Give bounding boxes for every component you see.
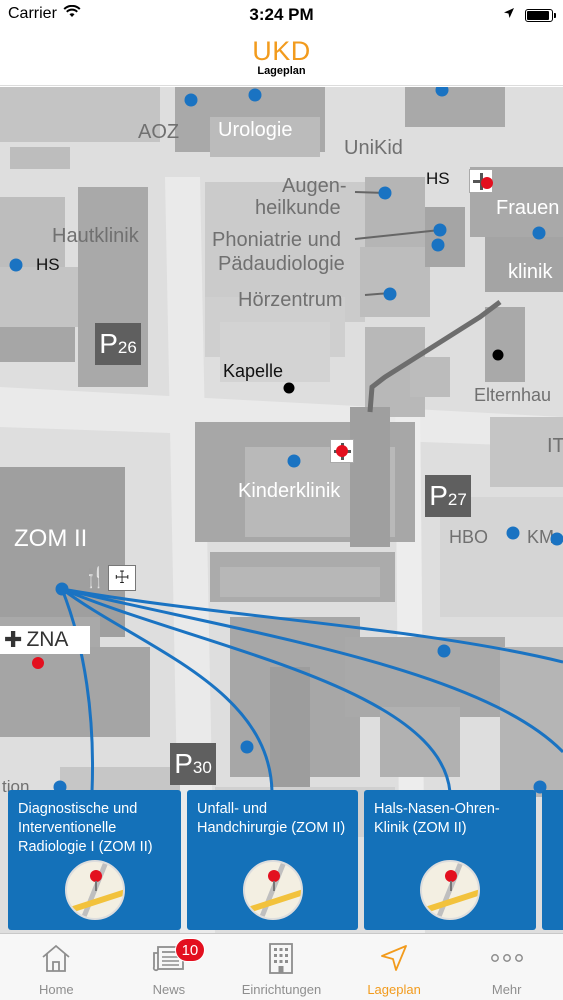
ukd-logo: UKD Lageplan: [0, 38, 563, 77]
facility-card-hno[interactable]: Hals-Nasen-Ohren-Klinik (ZOM II): [364, 790, 536, 930]
parking-number: 30: [192, 758, 212, 777]
parking-p27[interactable]: P 27: [425, 475, 471, 517]
card-title: Hals-Nasen-Ohren-Klinik (ZOM II): [374, 801, 500, 836]
tab-home[interactable]: Home: [0, 934, 113, 1000]
label-hs-top: HS: [426, 169, 450, 188]
map-marker[interactable]: [433, 223, 447, 237]
label-hbo: HBO: [449, 527, 489, 547]
logo-sub: Lageplan: [257, 65, 306, 77]
zom-selected-marker[interactable]: [55, 582, 69, 596]
map-marker[interactable]: [248, 88, 262, 102]
emergency-marker[interactable]: [481, 177, 493, 189]
map-marker[interactable]: [9, 258, 23, 272]
tab-news[interactable]: 10 News: [113, 934, 226, 1000]
label-hautklinik: Hautklinik: [52, 225, 139, 247]
tab-mehr[interactable]: Mehr: [450, 934, 563, 1000]
zna-sign[interactable]: ✚ ZNA: [0, 626, 90, 654]
logo-main: UKD: [252, 36, 311, 66]
carrier-label: Carrier: [8, 5, 57, 22]
map-marker[interactable]: [532, 226, 546, 240]
zna-label: ZNA: [26, 628, 69, 651]
news-badge: 10: [174, 938, 206, 962]
wifi-icon: [63, 4, 81, 23]
map-thumbnail-icon[interactable]: [64, 860, 125, 920]
map-thumbnail-icon[interactable]: [420, 860, 480, 920]
status-time: 3:24 PM: [249, 5, 314, 24]
map-marker[interactable]: [184, 93, 198, 107]
label-phoniatrie-2: Pädaudiologie: [218, 253, 345, 275]
tab-einrichtungen[interactable]: Einrichtungen: [225, 934, 338, 1000]
map-marker[interactable]: [431, 238, 445, 252]
tab-bar: Home 10 News Einrichtungen Lageplan Mehr: [0, 933, 563, 1000]
label-phoniatrie-1: Phoniatrie und: [212, 229, 341, 251]
facility-card-radiologie[interactable]: Diagnostische und Interventionelle Radio…: [8, 790, 181, 930]
more-dots-icon: [489, 940, 525, 976]
battery-fill: [527, 10, 549, 20]
parking-letter: P: [174, 748, 193, 779]
label-hoerzentrum: Hörzentrum: [238, 289, 343, 311]
map-marker[interactable]: [383, 287, 397, 301]
map-marker[interactable]: [437, 644, 451, 658]
parking-number: 26: [117, 338, 137, 357]
app-header: UKD Lageplan: [0, 30, 563, 86]
parking-letter: P: [99, 328, 118, 359]
emergency-cross-icon: ✚: [4, 627, 23, 652]
label-augen-1: Augen-: [282, 175, 347, 197]
building-icon: [263, 940, 299, 976]
parking-letter: P: [429, 480, 448, 511]
tab-label: Mehr: [491, 982, 522, 997]
parking-p26[interactable]: P 26: [95, 323, 141, 365]
parking-number: 27: [447, 490, 467, 509]
label-it: IT: [547, 435, 563, 457]
map-thumbnail-icon[interactable]: [242, 860, 303, 920]
label-aoz: AOZ: [138, 121, 180, 143]
card-title: Unfall- und Handchirurgie (ZOM II): [197, 801, 346, 836]
label-elternhaus: Elternhau: [474, 385, 552, 405]
status-bar: Carrier 3:24 PM: [0, 0, 563, 30]
tab-label: News: [152, 982, 186, 997]
location-arrow-icon: [503, 6, 515, 24]
label-augen-2: heilkunde: [255, 197, 341, 219]
parking-p30[interactable]: P 30: [170, 743, 216, 785]
label-frauen: Frauen: [496, 197, 560, 219]
emergency-marker[interactable]: [336, 445, 348, 457]
navigation-arrow-icon: [376, 940, 412, 976]
status-right: [503, 6, 556, 24]
tab-label: Einrichtungen: [241, 982, 322, 997]
label-kinderklinik: Kinderklinik: [238, 480, 341, 502]
label-kapelle: Kapelle: [223, 361, 284, 381]
tab-lageplan[interactable]: Lageplan: [338, 934, 451, 1000]
facility-card-unfallchirurgie[interactable]: Unfall- und Handchirurgie (ZOM II): [187, 790, 358, 930]
status-left: Carrier: [8, 4, 81, 23]
battery-icon: [525, 8, 556, 22]
house-icon: [38, 940, 74, 976]
emergency-marker[interactable]: [32, 657, 44, 669]
label-klinik: klinik: [508, 261, 553, 283]
label-zom-2: ZOM II: [14, 525, 88, 552]
tab-label: Home: [38, 982, 74, 997]
restaurant-icon: 🍴: [82, 567, 107, 589]
label-unikid: UniKid: [344, 137, 403, 159]
map-marker[interactable]: [287, 454, 301, 468]
card-title: Diagnostische und Interventionelle Radio…: [18, 801, 153, 855]
map-marker[interactable]: [240, 740, 254, 754]
map-marker[interactable]: [550, 532, 563, 546]
cafeteria-sign-icon[interactable]: ☩: [108, 565, 136, 591]
tab-label: Lageplan: [367, 982, 421, 997]
kapelle-marker[interactable]: [283, 382, 295, 394]
map-marker[interactable]: [506, 526, 520, 540]
label-hs-left: HS: [36, 255, 60, 274]
label-urologie: Urologie: [218, 119, 293, 141]
facility-card-partial[interactable]: [542, 790, 563, 930]
map-marker-black[interactable]: [492, 349, 504, 361]
map-marker[interactable]: [378, 186, 392, 200]
